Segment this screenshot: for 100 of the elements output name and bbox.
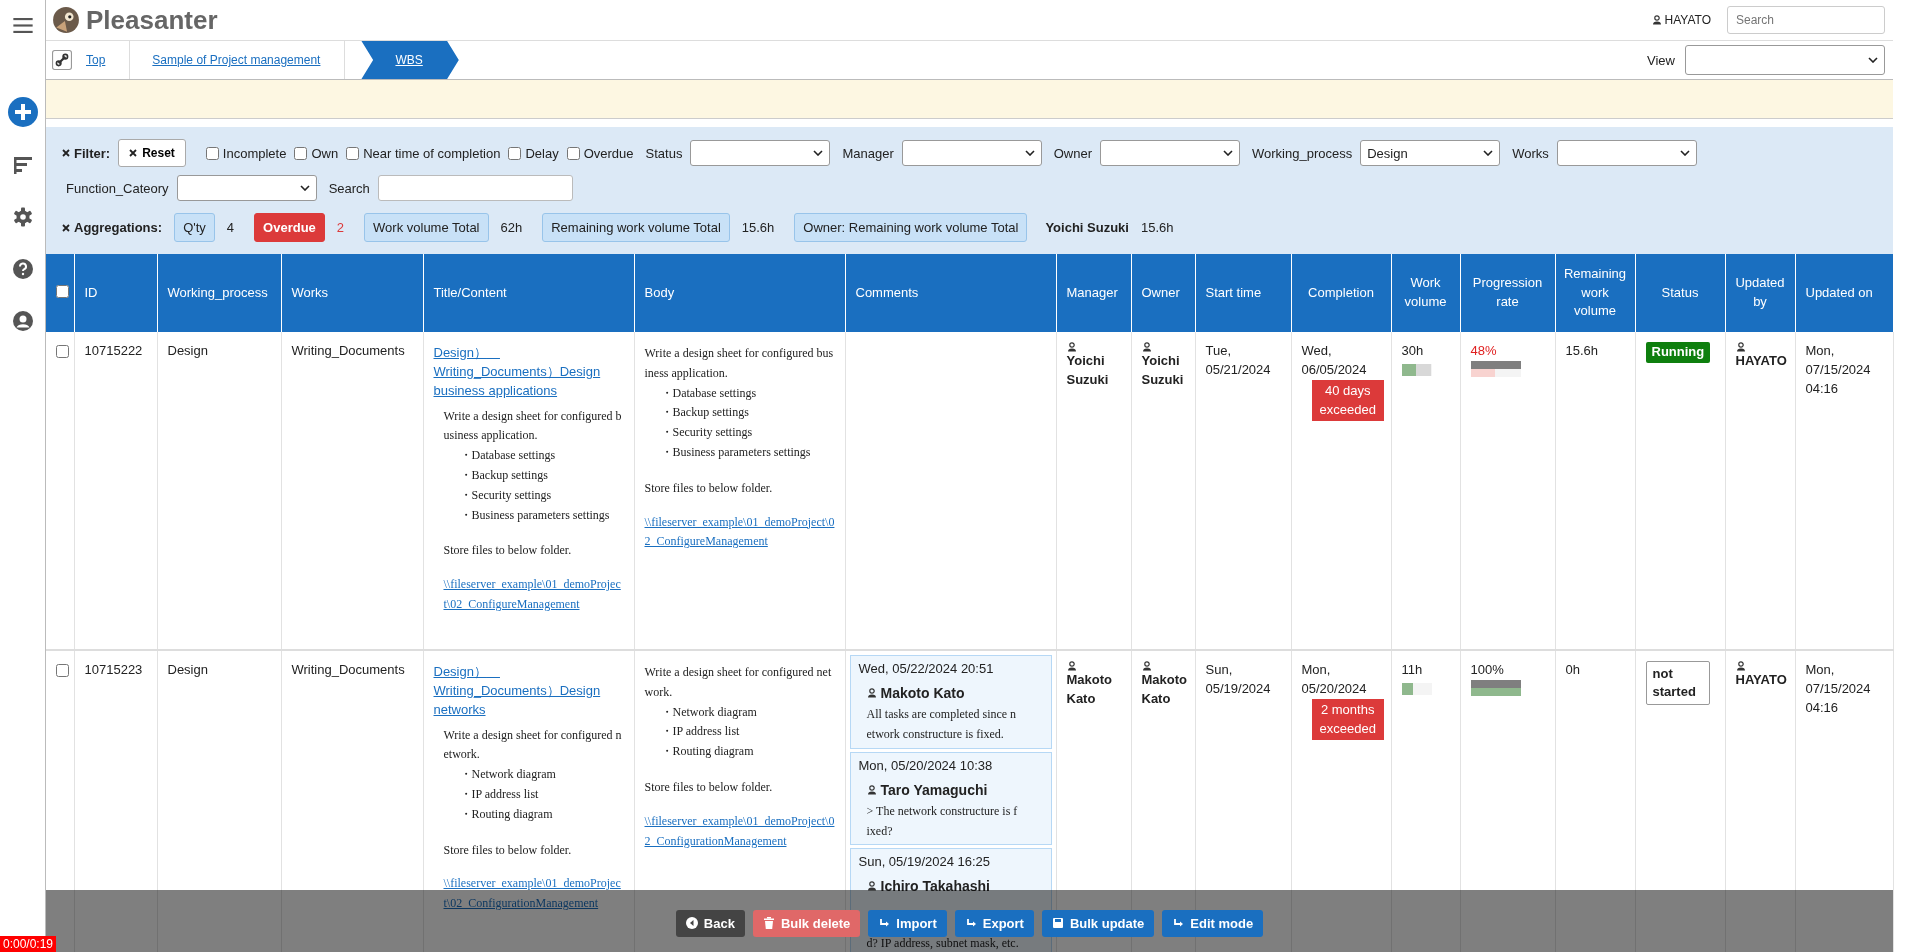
action-button[interactable]: Back <box>675 909 745 937</box>
column-header[interactable]: Work volume <box>1391 254 1460 332</box>
person-icon <box>1735 661 1746 671</box>
user-icon[interactable] <box>12 311 33 331</box>
help-icon[interactable] <box>12 259 33 279</box>
filter-dropdown[interactable]: Design <box>1360 140 1501 166</box>
caret-icon <box>813 150 824 156</box>
title-link[interactable]: Design） Writing_Documents）Design networks <box>433 663 624 720</box>
close-icon[interactable] <box>62 223 70 232</box>
filter-dropdown[interactable] <box>901 140 1042 166</box>
checkbox-label: Delay <box>525 145 559 161</box>
column-header[interactable]: Works <box>281 254 423 332</box>
person-icon <box>1066 661 1077 671</box>
filter-checkbox[interactable] <box>346 146 360 160</box>
aggregation-tag: Owner: Remaining work volume Total <box>794 213 1028 242</box>
title-link[interactable]: Design） Writing_Documents）Design business applications <box>433 344 624 401</box>
person-icon <box>1066 342 1077 352</box>
aggregation-tag: Overdue <box>254 213 325 242</box>
row-checkbox[interactable] <box>56 345 69 358</box>
breadcrumb-link[interactable]: Sample of Project management <box>146 41 346 79</box>
filter-dropdown[interactable] <box>1556 140 1697 166</box>
checkbox-label: Incomplete <box>222 145 287 161</box>
action-button[interactable]: Import <box>868 909 947 937</box>
filter-dropdown[interactable] <box>1100 140 1240 166</box>
folder-link[interactable]: \\fileserver_example\01_demoProject\02_ConfigurationManagement <box>644 811 835 852</box>
column-header[interactable]: Manager <box>1056 254 1131 332</box>
caret-icon <box>1223 150 1233 156</box>
bullet-item: ・Backup settings <box>458 466 549 484</box>
save-icon <box>1051 917 1064 929</box>
column-header[interactable]: Progression rate <box>1460 254 1555 332</box>
column-header[interactable]: Working_process <box>157 254 281 332</box>
select-all-checkbox[interactable] <box>56 285 69 299</box>
row-checkbox[interactable] <box>56 664 69 677</box>
work-volume: 30h <box>1401 342 1425 360</box>
bars-icon[interactable] <box>12 155 33 175</box>
folder-link[interactable]: \\fileserver_example\01_demoProject\02_ConfigurationManagement <box>443 874 624 914</box>
bullet-item: ・Security settings <box>659 424 754 442</box>
column-header[interactable]: Status <box>1635 254 1725 332</box>
column-header[interactable]: Comments <box>845 254 1056 332</box>
caret-icon <box>1679 150 1690 156</box>
works-text: Writing_Documents <box>291 662 405 677</box>
add-icon[interactable] <box>7 97 38 127</box>
column-header[interactable]: ID <box>74 254 157 332</box>
column-header[interactable]: Updated by <box>1725 254 1795 332</box>
close-icon[interactable] <box>62 149 70 157</box>
filter-search-field[interactable] <box>377 175 573 201</box>
filter-dropdown[interactable] <box>690 140 831 166</box>
action-button[interactable]: Bulk update <box>1041 909 1155 937</box>
column-header[interactable]: Body <box>634 254 845 332</box>
breadcrumb-link[interactable]: WBS <box>361 41 459 79</box>
bullet-item: ・Routing diagram <box>458 805 554 823</box>
completion-date: Wed, 06/05/2024 <box>1301 342 1368 379</box>
breadcrumb-link[interactable]: Top <box>80 41 131 79</box>
link-icon[interactable] <box>52 50 72 70</box>
menu-icon[interactable] <box>12 18 33 33</box>
view-dropdown[interactable] <box>1685 45 1885 75</box>
column-header[interactable]: Start time <box>1195 254 1291 332</box>
manager-name: Yoichi Suzuki <box>1066 352 1110 389</box>
manager-name: Makoto Kato <box>1066 671 1113 708</box>
column-header[interactable]: Updated on <box>1795 254 1893 332</box>
overdue-badge: 40 days exceeded <box>1311 379 1384 421</box>
filter-checkbox[interactable] <box>294 146 308 160</box>
column-header[interactable]: Remaining work volume <box>1555 254 1635 332</box>
folder-link[interactable]: \\fileserver_example\01_demoProject\02_ConfigureManagement <box>644 512 835 553</box>
bullet-item: ・Network diagram <box>659 703 758 721</box>
action-button[interactable]: Bulk delete <box>752 909 861 937</box>
checkbox-label: Own <box>311 145 339 161</box>
aggregation-value: 62h <box>500 220 523 235</box>
search-field[interactable]: Search <box>1727 6 1885 34</box>
action-button[interactable]: Edit mode <box>1162 909 1264 937</box>
caret-icon <box>1024 150 1035 156</box>
updated-on: Mon, 07/15/2024 04:16 <box>1805 662 1871 715</box>
column-header[interactable]: Owner <box>1131 254 1195 332</box>
user-name[interactable]: HAYATO <box>1664 13 1711 27</box>
reset-button[interactable]: Reset <box>118 139 186 167</box>
folder-link[interactable]: \\fileserver_example\01_demoProject\02_ConfigureManagement <box>443 575 624 615</box>
aggregation-value: 15.6h <box>1140 220 1174 235</box>
caret-icon <box>1483 150 1494 156</box>
video-timer: 0:00/0:19 <box>0 936 57 952</box>
person-icon <box>866 688 877 698</box>
bird-logo-icon <box>52 6 80 34</box>
filter-dropdown[interactable] <box>176 175 317 201</box>
filter-checkbox[interactable] <box>508 146 522 160</box>
bullet-item: ・Routing diagram <box>659 743 755 761</box>
dropdown-label: Works <box>1512 145 1549 161</box>
dropdown-label: Working_process <box>1252 145 1353 161</box>
bullet-item: ・Business parameters settings <box>659 444 812 461</box>
filter-checkbox[interactable] <box>566 146 580 160</box>
dropdown-label: Manager <box>842 145 894 161</box>
process-text: Design <box>167 343 208 358</box>
column-header[interactable]: Completion <box>1291 254 1391 332</box>
body-text: Write a design sheet for configured network. <box>644 664 833 701</box>
person-icon <box>866 881 877 892</box>
works-text: Writing_Documents <box>291 343 405 358</box>
column-header[interactable]: Title/Content <box>423 254 634 332</box>
action-button[interactable]: Export <box>954 909 1034 937</box>
bullet-item: ・Security settings <box>458 486 553 504</box>
filter-checkbox[interactable] <box>205 146 219 160</box>
view-label: View <box>1647 52 1675 68</box>
settings-icon[interactable] <box>12 207 33 227</box>
